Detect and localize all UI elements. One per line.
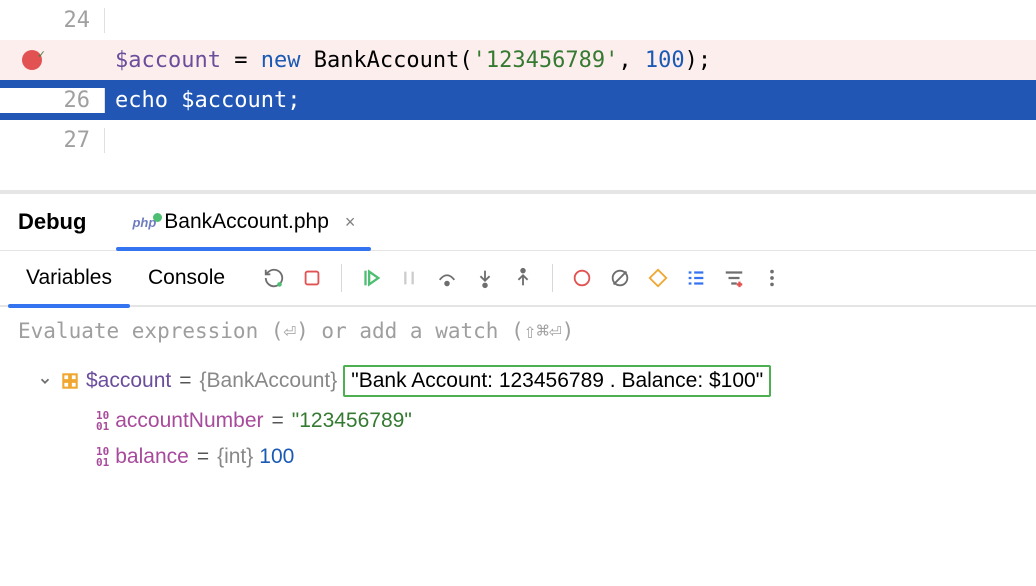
code-line-current[interactable]: 26 echo $account; — [0, 80, 1036, 120]
settings-list-icon[interactable] — [679, 261, 713, 295]
tab-console[interactable]: Console — [130, 250, 243, 306]
close-icon[interactable]: × — [345, 212, 356, 233]
breakpoint-icon[interactable]: ✓ — [22, 50, 42, 70]
var-value: "123456789" — [292, 409, 412, 433]
equals: = — [195, 445, 211, 469]
var-value-highlighted: "Bank Account: 123456789 . Balance: $100… — [343, 365, 771, 397]
debug-header: Debug php BankAccount.php × — [0, 194, 1036, 250]
pause-icon — [392, 261, 426, 295]
debug-title: Debug — [18, 209, 116, 235]
var-name: $account — [86, 369, 171, 393]
variable-root[interactable]: $account = {BankAccount} "Bank Account: … — [10, 359, 1026, 403]
step-over-icon[interactable] — [430, 261, 464, 295]
object-icon — [60, 371, 80, 391]
primitive-icon: 1001 — [96, 410, 109, 432]
filter-icon[interactable] — [717, 261, 751, 295]
equals: = — [177, 369, 193, 393]
equals: = — [270, 409, 286, 433]
var-name: accountNumber — [115, 409, 263, 433]
debug-toolbar: Variables Console — [0, 251, 1036, 307]
resume-icon[interactable] — [354, 261, 388, 295]
variable-child[interactable]: 1001 accountNumber = "123456789" — [10, 403, 1026, 439]
debug-file-tab[interactable]: php BankAccount.php × — [116, 194, 371, 250]
mute-breakpoints-icon[interactable] — [603, 261, 637, 295]
primitive-icon: 1001 — [96, 446, 109, 468]
var-value: 100 — [259, 445, 294, 469]
line-number: 24 — [0, 8, 105, 33]
tab-variables[interactable]: Variables — [8, 250, 130, 306]
line-number: 26 — [0, 88, 105, 113]
code-text: echo $account; — [105, 88, 1036, 113]
line-number: 27 — [0, 128, 105, 153]
chevron-down-icon[interactable] — [38, 374, 54, 388]
var-type: {BankAccount} — [200, 369, 338, 393]
step-into-icon[interactable] — [468, 261, 502, 295]
rerun-icon[interactable] — [257, 261, 291, 295]
var-name: balance — [115, 445, 189, 469]
evaluate-icon[interactable] — [641, 261, 675, 295]
view-breakpoints-icon[interactable] — [565, 261, 599, 295]
variable-child[interactable]: 1001 balance = {int} 100 — [10, 439, 1026, 475]
step-out-icon[interactable] — [506, 261, 540, 295]
code-line-breakpoint[interactable]: ✓ $account = new BankAccount('123456789'… — [0, 40, 1036, 80]
php-icon: php — [132, 215, 156, 230]
code-line[interactable]: 27 — [0, 120, 1036, 160]
more-icon[interactable] — [755, 261, 789, 295]
code-text: $account = new BankAccount('123456789', … — [105, 48, 1036, 73]
var-type: {int} — [217, 445, 253, 469]
variables-tree[interactable]: $account = {BankAccount} "Bank Account: … — [0, 355, 1036, 479]
debug-panel: Debug php BankAccount.php × Variables Co… — [0, 190, 1036, 479]
code-editor[interactable]: 24 ✓ $account = new BankAccount('1234567… — [0, 0, 1036, 160]
file-tab-label: BankAccount.php — [164, 210, 329, 234]
stop-icon[interactable] — [295, 261, 329, 295]
evaluate-expression-input[interactable]: Evaluate expression (⏎) or add a watch (… — [0, 307, 1036, 355]
code-line[interactable]: 24 — [0, 0, 1036, 40]
